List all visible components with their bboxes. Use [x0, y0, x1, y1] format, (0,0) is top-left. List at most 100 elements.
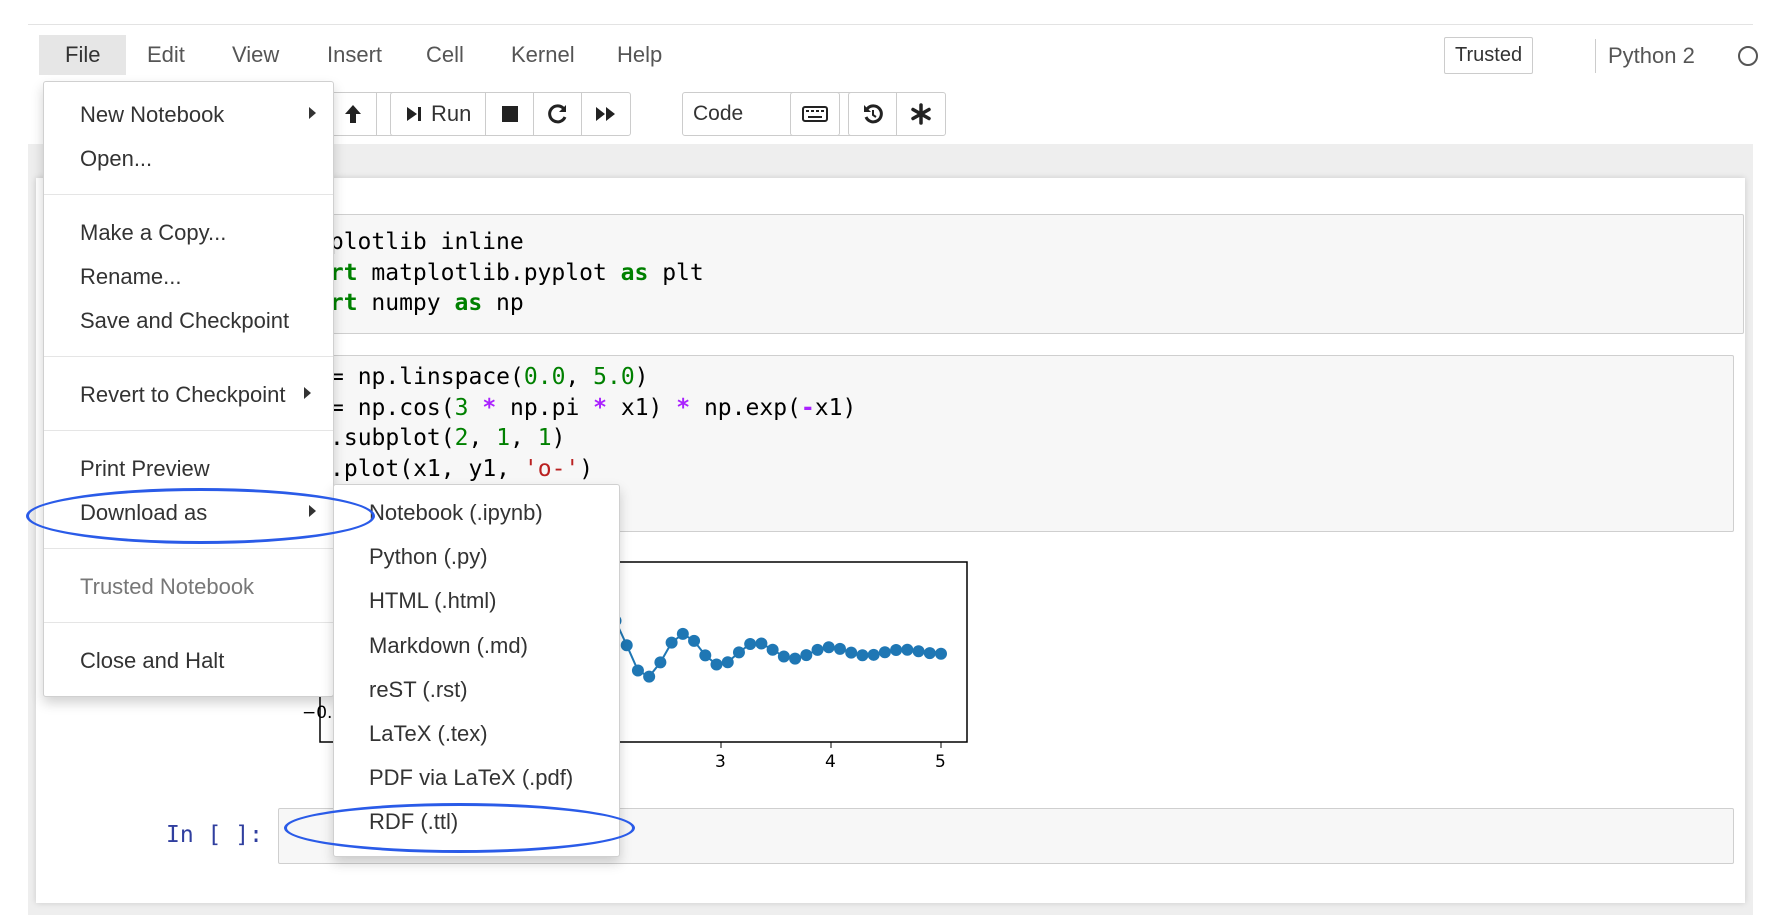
- plot-point: [935, 647, 947, 660]
- code-number: 5.0: [593, 364, 635, 390]
- menu-cell[interactable]: Cell: [400, 35, 490, 75]
- menu-item-close-halt[interactable]: Close and Halt: [80, 646, 224, 676]
- download-py[interactable]: Python (.py): [369, 542, 488, 572]
- code-keyword: as: [454, 290, 483, 316]
- plot-point: [755, 637, 768, 650]
- code-operator: *: [482, 394, 497, 421]
- stop-icon: [501, 106, 518, 122]
- plot-point: [890, 643, 903, 656]
- code-line: .subplot(: [330, 425, 455, 451]
- plot-point: [811, 643, 824, 656]
- keyboard-icon: [802, 106, 828, 122]
- plot-point: [845, 646, 858, 659]
- code-cell-1-text: tplotlib inline ort matplotlib.pyplot as…: [316, 227, 704, 319]
- menu-divider: [44, 430, 333, 431]
- plot-point: [856, 649, 869, 662]
- code-line: np: [482, 290, 524, 316]
- x-tick-label: 5: [935, 752, 946, 772]
- history-button[interactable]: [849, 93, 897, 135]
- restart-button[interactable]: [534, 93, 583, 135]
- menu-divider: [44, 622, 333, 623]
- plot-point: [665, 636, 678, 649]
- code-line: = np.cos(: [330, 394, 455, 421]
- x-tick-label: 3: [715, 752, 726, 772]
- run-group: Run: [390, 92, 632, 136]
- menu-kernel[interactable]: Kernel: [485, 35, 601, 75]
- download-rst[interactable]: reST (.rst): [369, 675, 468, 705]
- code-line: ): [634, 364, 649, 390]
- asterisk-button[interactable]: [897, 93, 945, 135]
- menu-item-new-notebook[interactable]: New Notebook: [80, 100, 224, 130]
- command-palette-group: [790, 92, 840, 136]
- code-number: 1: [537, 425, 552, 451]
- code-line: matplotlib.pyplot: [357, 259, 621, 286]
- menu-item-revert-checkpoint[interactable]: Revert to Checkpoint: [80, 380, 285, 410]
- menu-view[interactable]: View: [206, 35, 305, 75]
- download-tex[interactable]: LaTeX (.tex): [369, 719, 488, 749]
- code-line: = np.linspace(: [330, 364, 524, 390]
- menu-divider: [44, 548, 333, 549]
- code-line: .plot(x1, y1,: [330, 455, 524, 482]
- menu-item-print-preview[interactable]: Print Preview: [80, 454, 210, 484]
- fast-forward-icon: [596, 107, 616, 121]
- menu-item-make-copy[interactable]: Make a Copy...: [80, 218, 226, 248]
- menu-item-save-checkpoint[interactable]: Save and Checkpoint: [80, 306, 289, 336]
- plot-point: [833, 642, 846, 655]
- download-pdf[interactable]: PDF via LaTeX (.pdf): [369, 763, 573, 793]
- code-number: 0.0: [523, 364, 566, 390]
- code-line: numpy: [357, 290, 455, 316]
- plot-point: [744, 638, 757, 651]
- plot-point: [923, 647, 936, 660]
- plot-point: [710, 658, 723, 671]
- plot-point: [688, 634, 701, 647]
- download-md[interactable]: Markdown (.md): [369, 631, 528, 661]
- submenu-arrow-icon: [304, 387, 311, 399]
- code-line: ): [579, 455, 594, 482]
- restart-run-all-button[interactable]: [582, 93, 630, 135]
- download-html[interactable]: HTML (.html): [369, 586, 497, 616]
- code-line: np.exp(: [690, 394, 801, 421]
- run-label: Run: [431, 101, 472, 126]
- plot-point: [676, 627, 689, 640]
- run-button[interactable]: Run: [391, 93, 487, 135]
- plot-point: [777, 650, 790, 663]
- code-keyword: as: [620, 259, 649, 286]
- menu-help[interactable]: Help: [591, 35, 688, 75]
- command-palette-button[interactable]: [791, 93, 839, 135]
- plot-point: [643, 670, 656, 683]
- kernel-separator: [1595, 39, 1596, 73]
- plot-point: [654, 656, 667, 669]
- code-line: ,: [468, 425, 497, 451]
- plot-point: [620, 639, 633, 652]
- restart-icon: [548, 104, 567, 124]
- history-icon: [863, 104, 883, 124]
- kernel-idle-icon: [1738, 46, 1758, 66]
- code-operator: *: [593, 394, 607, 421]
- submenu-arrow-icon: [309, 107, 316, 119]
- input-prompt: In [ ]:: [166, 822, 263, 848]
- menu-item-open[interactable]: Open...: [80, 144, 152, 174]
- trusted-badge[interactable]: Trusted: [1444, 37, 1534, 74]
- cell-type-value: Code: [693, 102, 744, 125]
- asterisk-icon: [911, 103, 931, 125]
- move-up-button[interactable]: [329, 93, 377, 135]
- arrow-up-icon: [344, 105, 361, 123]
- extensions-group: [848, 92, 946, 136]
- interrupt-button[interactable]: [486, 93, 535, 135]
- menu-file[interactable]: File: [39, 35, 127, 75]
- code-number: 2: [454, 425, 469, 451]
- download-ipynb[interactable]: Notebook (.ipynb): [369, 498, 543, 528]
- download-rdf[interactable]: RDF (.ttl): [369, 807, 458, 837]
- code-operator: *: [676, 394, 691, 421]
- menu-edit[interactable]: Edit: [121, 35, 211, 75]
- menu-divider: [44, 356, 333, 357]
- menu-insert[interactable]: Insert: [301, 35, 408, 75]
- plot-point: [800, 649, 813, 662]
- menu-item-download-as[interactable]: Download as: [80, 498, 207, 528]
- menu-item-rename[interactable]: Rename...: [80, 262, 182, 292]
- code-string: 'o-': [523, 455, 580, 482]
- plot-point: [732, 646, 745, 659]
- plot-point: [912, 645, 925, 658]
- code-cell-2-text: = np.linspace(0.0, 5.0) = np.cos(3 * np.…: [330, 362, 856, 484]
